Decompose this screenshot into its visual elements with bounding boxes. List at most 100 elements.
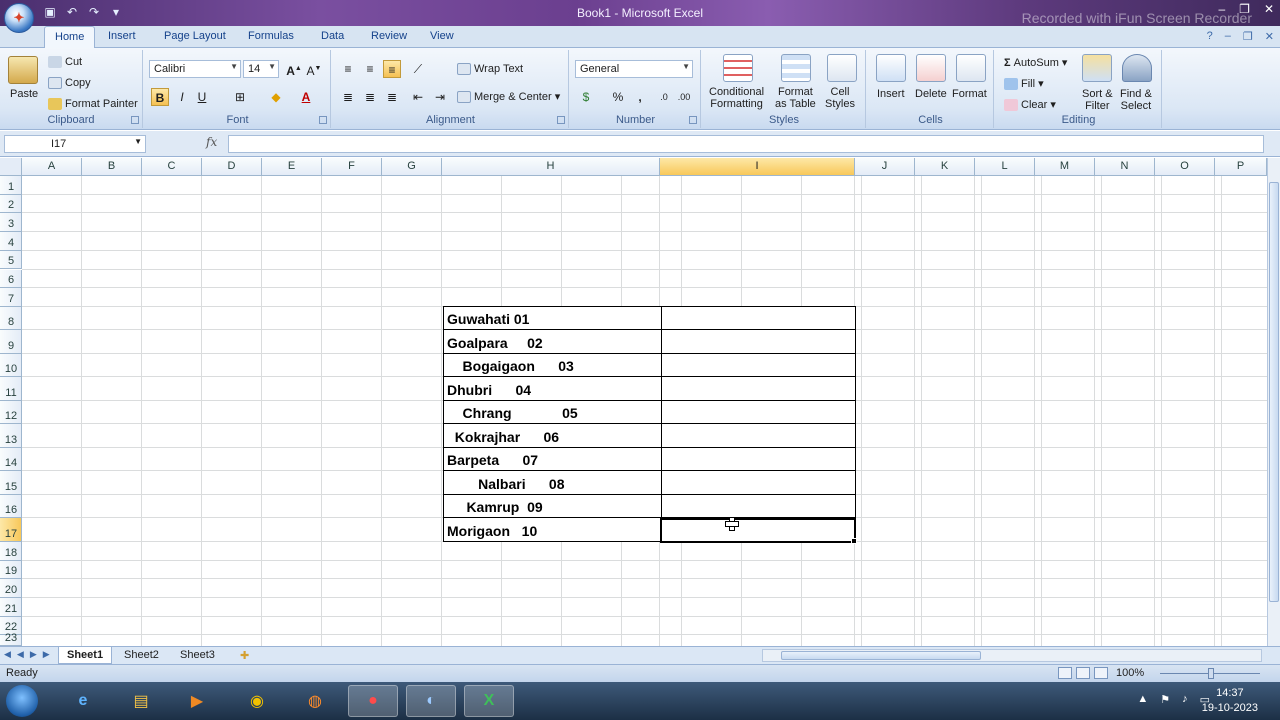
- align-right-icon[interactable]: ≣: [383, 88, 401, 106]
- tab-review[interactable]: Review: [371, 30, 407, 42]
- zoom-slider-knob[interactable]: [1208, 668, 1214, 679]
- chrome-icon[interactable]: ◉: [232, 685, 282, 717]
- cell-h17[interactable]: Morigaon 10: [443, 517, 662, 542]
- font-name-combo[interactable]: Calibri ▼: [149, 60, 241, 78]
- tab-home[interactable]: Home: [44, 26, 96, 49]
- cell-h9[interactable]: Goalpara 02: [443, 329, 662, 354]
- row-header-4[interactable]: 4: [0, 232, 22, 251]
- decrease-decimal-icon[interactable]: .00: [675, 88, 693, 106]
- format-painter-button[interactable]: Format Painter: [48, 98, 138, 111]
- row-header-6[interactable]: 6: [0, 269, 22, 289]
- explorer-icon[interactable]: ▤: [116, 685, 166, 717]
- page-break-view-icon[interactable]: [1094, 667, 1108, 679]
- column-header-f[interactable]: F: [322, 158, 382, 176]
- column-header-m[interactable]: M: [1035, 158, 1095, 176]
- tab-page-layout[interactable]: Page Layout: [164, 30, 226, 42]
- align-middle-icon[interactable]: ≡: [361, 60, 379, 78]
- format-cells-icon[interactable]: [956, 54, 986, 82]
- cell-h10[interactable]: Bogaigaon 03: [443, 352, 662, 378]
- cell-i16[interactable]: [661, 493, 856, 519]
- align-bottom-icon[interactable]: ≡: [383, 60, 401, 78]
- column-header-n[interactable]: N: [1095, 158, 1155, 176]
- column-header-g[interactable]: G: [382, 158, 442, 176]
- page-layout-view-icon[interactable]: [1076, 667, 1090, 679]
- column-header-l[interactable]: L: [975, 158, 1035, 176]
- row-header-15[interactable]: 15: [0, 471, 22, 495]
- cell-h8[interactable]: Guwahati 01: [443, 305, 662, 331]
- cell-h13[interactable]: Kokrajhar 06: [443, 423, 662, 448]
- italic-button[interactable]: I: [173, 88, 191, 106]
- insert-function-icon[interactable]: fx: [206, 135, 217, 149]
- excel-icon[interactable]: X: [464, 685, 514, 717]
- cell-i11[interactable]: [661, 376, 856, 401]
- insert-sheet-icon[interactable]: ✚: [232, 647, 257, 664]
- row-header-20[interactable]: 20: [0, 579, 22, 598]
- format-as-table-icon[interactable]: [781, 54, 811, 82]
- row-header-2[interactable]: 2: [0, 194, 22, 214]
- conditional-formatting-button[interactable]: Conditional Formatting: [709, 86, 764, 110]
- name-box[interactable]: I17 ▼: [4, 135, 146, 153]
- underline-button[interactable]: U: [193, 88, 211, 106]
- cell-i15[interactable]: [661, 470, 856, 495]
- restore-icon[interactable]: ❐: [1239, 2, 1250, 16]
- column-header-c[interactable]: C: [142, 158, 202, 176]
- clipboard-launcher-icon[interactable]: [131, 116, 139, 124]
- cell-i12[interactable]: [661, 399, 856, 425]
- merge-center-button[interactable]: Merge & Center ▾: [457, 90, 560, 104]
- cell-i9[interactable]: [661, 329, 856, 354]
- alignment-launcher-icon[interactable]: [557, 116, 565, 124]
- help-icon[interactable]: ?: [1207, 30, 1213, 43]
- format-as-table-button[interactable]: Format as Table: [775, 86, 816, 110]
- paste-icon[interactable]: [8, 56, 38, 84]
- cell-i8[interactable]: [661, 305, 856, 331]
- close-icon[interactable]: ✕: [1264, 2, 1274, 16]
- office-button[interactable]: ✦: [4, 3, 34, 33]
- network-icon[interactable]: ⚑: [1160, 693, 1170, 706]
- vertical-scrollbar[interactable]: [1267, 158, 1280, 648]
- row-header-14[interactable]: 14: [0, 447, 22, 472]
- volume-icon[interactable]: ♪: [1182, 693, 1188, 706]
- align-center-icon[interactable]: ≣: [361, 88, 379, 106]
- horizontal-scrollbar[interactable]: [762, 649, 1262, 662]
- media-player-icon[interactable]: ▶: [172, 685, 222, 717]
- doc-close-icon[interactable]: ✕: [1265, 30, 1274, 43]
- sort-filter-button[interactable]: Sort & Filter: [1082, 88, 1113, 112]
- fill-handle[interactable]: [851, 538, 857, 544]
- binoculars-icon[interactable]: [1122, 54, 1152, 82]
- recorder-app-icon[interactable]: ●: [348, 685, 398, 717]
- row-header-12[interactable]: 12: [0, 400, 22, 425]
- cell-styles-button[interactable]: Cell Styles: [825, 86, 855, 110]
- cut-button[interactable]: Cut: [48, 56, 82, 69]
- font-color-icon[interactable]: A: [297, 88, 315, 106]
- tab-view[interactable]: View: [430, 30, 454, 42]
- row-header-8[interactable]: 8: [0, 306, 22, 331]
- insert-button[interactable]: Insert: [877, 88, 905, 100]
- sheet-tab-sheet2[interactable]: Sheet2: [116, 647, 167, 664]
- column-header-b[interactable]: B: [82, 158, 142, 176]
- cell-h14[interactable]: Barpeta 07: [443, 446, 662, 472]
- bold-button[interactable]: B: [151, 88, 169, 106]
- number-launcher-icon[interactable]: [689, 116, 697, 124]
- row-header-1[interactable]: 1: [0, 176, 22, 195]
- column-header-a[interactable]: A: [22, 158, 82, 176]
- active-cell-i17[interactable]: [660, 518, 856, 543]
- number-format-combo[interactable]: General ▼: [575, 60, 693, 78]
- row-header-7[interactable]: 7: [0, 288, 22, 307]
- column-header-j[interactable]: J: [855, 158, 915, 176]
- doc-minimize-icon[interactable]: –: [1225, 30, 1231, 43]
- paste-button[interactable]: Paste: [10, 88, 38, 100]
- sheet-tab-sheet3[interactable]: Sheet3: [172, 647, 223, 664]
- autosum-button[interactable]: Σ AutoSum ▾: [1004, 56, 1067, 69]
- column-header-e[interactable]: E: [262, 158, 322, 176]
- clear-button[interactable]: Clear ▾: [1004, 98, 1056, 112]
- tray-arrow-icon[interactable]: ▲: [1137, 693, 1148, 706]
- align-top-icon[interactable]: ≡: [339, 60, 357, 78]
- tab-insert[interactable]: Insert: [108, 30, 136, 42]
- delete-button[interactable]: Delete: [915, 88, 947, 100]
- cell-h16[interactable]: Kamrup 09: [443, 493, 662, 519]
- decrease-indent-icon[interactable]: ⇤: [409, 88, 427, 106]
- ie-icon[interactable]: e: [58, 685, 108, 717]
- cell-h12[interactable]: Chrang 05: [443, 399, 662, 425]
- tab-formulas[interactable]: Formulas: [248, 30, 294, 42]
- doc-restore-icon[interactable]: ❐: [1243, 30, 1253, 43]
